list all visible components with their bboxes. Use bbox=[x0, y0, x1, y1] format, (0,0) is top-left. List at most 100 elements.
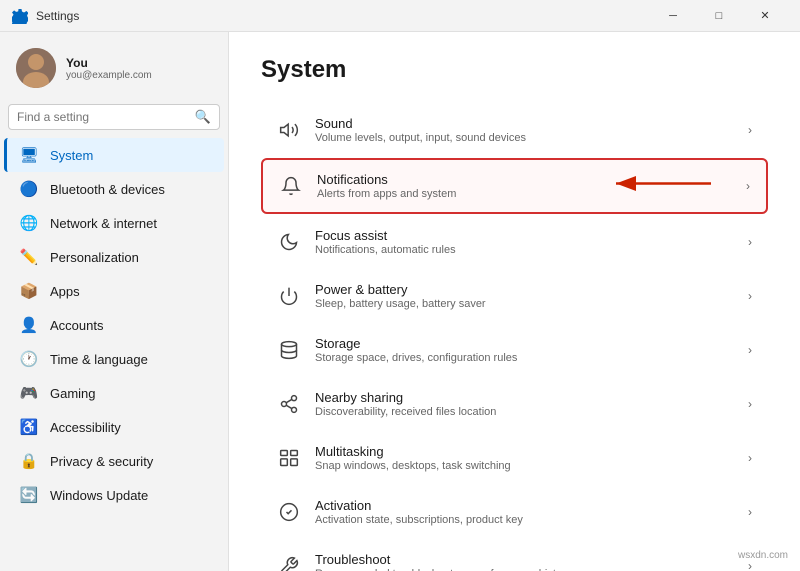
multitasking-title: Multitasking bbox=[315, 444, 734, 459]
notifications-text: Notifications Alerts from apps and syste… bbox=[317, 172, 732, 200]
search-icon: 🔍 bbox=[195, 109, 211, 125]
apps-icon: 📦 bbox=[20, 282, 38, 300]
sidebar-label-apps: Apps bbox=[50, 284, 80, 299]
nearby-icon bbox=[277, 392, 301, 416]
title-bar: Settings ─ □ ✕ bbox=[0, 0, 800, 32]
troubleshoot-text: Troubleshoot Recommended troubleshooters… bbox=[315, 552, 734, 571]
multitasking-subtitle: Snap windows, desktops, task switching bbox=[315, 460, 734, 472]
accessibility-icon: ♿ bbox=[20, 418, 38, 436]
sidebar-label-network: Network & internet bbox=[50, 216, 157, 231]
sidebar-item-update[interactable]: 🔄 Windows Update bbox=[4, 478, 224, 512]
sidebar-label-update: Windows Update bbox=[50, 488, 148, 503]
search-input[interactable] bbox=[17, 110, 189, 124]
power-chevron: › bbox=[748, 289, 752, 303]
sidebar-item-personalization[interactable]: ✏️ Personalization bbox=[4, 240, 224, 274]
watermark: wsxdn.com bbox=[734, 548, 792, 563]
power-subtitle: Sleep, battery usage, battery saver bbox=[315, 298, 734, 310]
sidebar-item-network[interactable]: 🌐 Network & internet bbox=[4, 206, 224, 240]
power-title: Power & battery bbox=[315, 282, 734, 297]
sidebar-item-system[interactable]: 🖥 System bbox=[4, 138, 224, 172]
gaming-icon: 🎮 bbox=[20, 384, 38, 402]
sidebar-item-time[interactable]: 🕐 Time & language bbox=[4, 342, 224, 376]
sidebar-label-privacy: Privacy & security bbox=[50, 454, 153, 469]
settings-item-power[interactable]: Power & battery Sleep, battery usage, ba… bbox=[261, 270, 768, 322]
accounts-icon: 👤 bbox=[20, 316, 38, 334]
sidebar-item-bluetooth[interactable]: 🔵 Bluetooth & devices bbox=[4, 172, 224, 206]
notifications-icon bbox=[279, 174, 303, 198]
settings-list: Sound Volume levels, output, input, soun… bbox=[261, 104, 768, 571]
sound-chevron: › bbox=[748, 123, 752, 137]
sound-icon bbox=[277, 118, 301, 142]
storage-icon bbox=[277, 338, 301, 362]
bluetooth-icon: 🔵 bbox=[20, 180, 38, 198]
system-icon: 🖥 bbox=[20, 146, 38, 164]
settings-item-nearby[interactable]: Nearby sharing Discoverability, received… bbox=[261, 378, 768, 430]
sidebar-item-gaming[interactable]: 🎮 Gaming bbox=[4, 376, 224, 410]
power-text: Power & battery Sleep, battery usage, ba… bbox=[315, 282, 734, 310]
sidebar-item-privacy[interactable]: 🔒 Privacy & security bbox=[4, 444, 224, 478]
sidebar-label-system: System bbox=[50, 148, 93, 163]
time-icon: 🕐 bbox=[20, 350, 38, 368]
sound-text: Sound Volume levels, output, input, soun… bbox=[315, 116, 734, 144]
sidebar-label-accessibility: Accessibility bbox=[50, 420, 121, 435]
focus-chevron: › bbox=[748, 235, 752, 249]
window-controls: ─ □ ✕ bbox=[650, 0, 788, 32]
settings-item-sound[interactable]: Sound Volume levels, output, input, soun… bbox=[261, 104, 768, 156]
multitasking-icon bbox=[277, 446, 301, 470]
update-icon: 🔄 bbox=[20, 486, 38, 504]
focus-title: Focus assist bbox=[315, 228, 734, 243]
sound-subtitle: Volume levels, output, input, sound devi… bbox=[315, 132, 734, 144]
storage-text: Storage Storage space, drives, configura… bbox=[315, 336, 734, 364]
settings-item-multitasking[interactable]: Multitasking Snap windows, desktops, tas… bbox=[261, 432, 768, 484]
app-body: You you@example.com 🔍 🖥 System 🔵 Bluetoo… bbox=[0, 32, 800, 571]
sidebar-item-accounts[interactable]: 👤 Accounts bbox=[4, 308, 224, 342]
title-bar-text: Settings bbox=[36, 9, 642, 23]
settings-item-storage[interactable]: Storage Storage space, drives, configura… bbox=[261, 324, 768, 376]
app-icon bbox=[12, 8, 28, 24]
nearby-title: Nearby sharing bbox=[315, 390, 734, 405]
sidebar-item-apps[interactable]: 📦 Apps bbox=[4, 274, 224, 308]
power-icon bbox=[277, 284, 301, 308]
troubleshoot-title: Troubleshoot bbox=[315, 552, 734, 567]
sidebar-label-time: Time & language bbox=[50, 352, 148, 367]
settings-item-activation[interactable]: Activation Activation state, subscriptio… bbox=[261, 486, 768, 538]
activation-chevron: › bbox=[748, 505, 752, 519]
settings-item-notifications[interactable]: Notifications Alerts from apps and syste… bbox=[261, 158, 768, 214]
focus-icon bbox=[277, 230, 301, 254]
sidebar-item-accessibility[interactable]: ♿ Accessibility bbox=[4, 410, 224, 444]
maximize-button[interactable]: □ bbox=[696, 0, 742, 32]
search-box[interactable]: 🔍 bbox=[8, 104, 220, 130]
storage-title: Storage bbox=[315, 336, 734, 351]
activation-text: Activation Activation state, subscriptio… bbox=[315, 498, 734, 526]
storage-subtitle: Storage space, drives, configuration rul… bbox=[315, 352, 734, 364]
focus-subtitle: Notifications, automatic rules bbox=[315, 244, 734, 256]
notifications-title: Notifications bbox=[317, 172, 732, 187]
nearby-subtitle: Discoverability, received files location bbox=[315, 406, 734, 418]
close-button[interactable]: ✕ bbox=[742, 0, 788, 32]
nearby-text: Nearby sharing Discoverability, received… bbox=[315, 390, 734, 418]
notifications-chevron: › bbox=[746, 179, 750, 193]
activation-title: Activation bbox=[315, 498, 734, 513]
main-content: System Sound Volume levels, output, inpu… bbox=[228, 32, 800, 571]
notifications-subtitle: Alerts from apps and system bbox=[317, 188, 732, 200]
multitasking-chevron: › bbox=[748, 451, 752, 465]
storage-chevron: › bbox=[748, 343, 752, 357]
multitasking-text: Multitasking Snap windows, desktops, tas… bbox=[315, 444, 734, 472]
user-email: you@example.com bbox=[66, 70, 152, 81]
nav-items: 🖥 System 🔵 Bluetooth & devices 🌐 Network… bbox=[0, 138, 228, 512]
network-icon: 🌐 bbox=[20, 214, 38, 232]
focus-text: Focus assist Notifications, automatic ru… bbox=[315, 228, 734, 256]
sidebar-label-accounts: Accounts bbox=[50, 318, 103, 333]
settings-item-focus[interactable]: Focus assist Notifications, automatic ru… bbox=[261, 216, 768, 268]
minimize-button[interactable]: ─ bbox=[650, 0, 696, 32]
sidebar: You you@example.com 🔍 🖥 System 🔵 Bluetoo… bbox=[0, 32, 228, 571]
avatar bbox=[16, 48, 56, 88]
user-info: You you@example.com bbox=[66, 56, 152, 81]
nearby-chevron: › bbox=[748, 397, 752, 411]
settings-item-troubleshoot[interactable]: Troubleshoot Recommended troubleshooters… bbox=[261, 540, 768, 571]
user-name: You bbox=[66, 56, 152, 70]
user-profile: You you@example.com bbox=[0, 40, 228, 104]
page-title: System bbox=[261, 56, 768, 84]
personalization-icon: ✏️ bbox=[20, 248, 38, 266]
sidebar-label-bluetooth: Bluetooth & devices bbox=[50, 182, 165, 197]
